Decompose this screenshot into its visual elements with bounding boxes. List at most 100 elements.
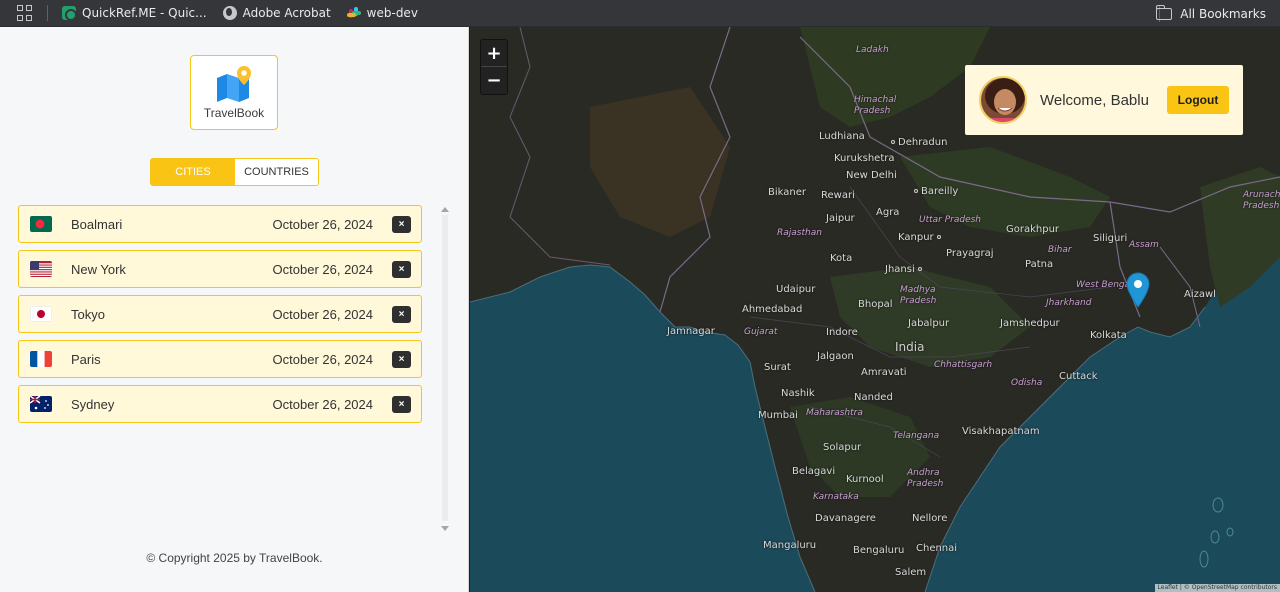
scroll-up-icon[interactable] bbox=[441, 207, 449, 212]
bangladesh-flag-icon bbox=[30, 216, 52, 232]
list-item[interactable]: Boalmari October 26, 2024 × bbox=[18, 205, 422, 243]
map-label: Belagavi bbox=[792, 466, 836, 477]
map-label: Agra bbox=[876, 207, 900, 218]
delete-city-button[interactable]: × bbox=[392, 306, 411, 323]
map-view[interactable]: Ladakh Himachal Pradesh Ludhiana Dehradu… bbox=[470, 27, 1280, 592]
map-label: Himachal Pradesh bbox=[854, 95, 897, 116]
tab-countries[interactable]: COUNTRIES bbox=[235, 159, 318, 185]
list-item[interactable]: Paris October 26, 2024 × bbox=[18, 340, 422, 378]
logout-button[interactable]: Logout bbox=[1167, 86, 1229, 114]
map-label: Karnataka bbox=[813, 492, 859, 502]
map-label: Jhansi bbox=[885, 264, 925, 275]
scroll-track[interactable] bbox=[442, 215, 448, 521]
scroll-down-icon[interactable] bbox=[441, 526, 449, 531]
map-label: Ludhiana bbox=[819, 131, 865, 142]
map-label: Kota bbox=[830, 253, 853, 264]
city-date: October 26, 2024 bbox=[272, 396, 373, 412]
map-label: Jharkhand bbox=[1046, 298, 1092, 308]
map-label: India bbox=[895, 340, 925, 354]
map-label: Ahmedabad bbox=[742, 304, 803, 315]
map-label: Prayagraj bbox=[946, 248, 994, 259]
delete-city-button[interactable]: × bbox=[392, 351, 411, 368]
city-date: October 26, 2024 bbox=[272, 261, 373, 277]
map-label: Bikaner bbox=[768, 187, 806, 198]
map-label: Ladakh bbox=[856, 45, 889, 55]
slack-icon bbox=[346, 6, 361, 20]
map-logo-icon bbox=[217, 66, 251, 102]
tab-cities[interactable]: CITIES bbox=[151, 159, 235, 185]
map-label: Aizawl bbox=[1184, 289, 1216, 300]
map-label: Kurukshetra bbox=[834, 153, 895, 164]
map-label: Siliguri bbox=[1093, 233, 1128, 244]
bookmark-adobe-acrobat[interactable]: Adobe Acrobat bbox=[222, 6, 331, 20]
list-item[interactable]: Tokyo October 26, 2024 × bbox=[18, 295, 422, 333]
map-label: Madhya Pradesh bbox=[900, 285, 937, 306]
map-label: Visakhapatnam bbox=[962, 426, 1040, 437]
map-label: Assam bbox=[1129, 240, 1159, 250]
map-label: Andhra Pradesh bbox=[907, 468, 944, 489]
delete-city-button[interactable]: × bbox=[392, 261, 411, 278]
bookmark-web-dev[interactable]: web-dev bbox=[346, 6, 418, 20]
map-label: Odisha bbox=[1011, 378, 1043, 388]
map-label: Bihar bbox=[1048, 245, 1072, 255]
map-marker-icon[interactable] bbox=[1126, 272, 1150, 308]
france-flag-icon bbox=[30, 351, 52, 367]
map-label: Kolkata bbox=[1090, 330, 1127, 341]
travelbook-logo[interactable]: TravelBook bbox=[190, 55, 278, 130]
map-label: Maharashtra bbox=[806, 408, 863, 418]
map-label: Mumbai bbox=[758, 410, 798, 421]
city-list-scrollbar[interactable] bbox=[440, 205, 450, 533]
map-label: Solapur bbox=[823, 442, 862, 453]
map-label: Indore bbox=[826, 327, 858, 338]
usa-flag-icon bbox=[30, 261, 52, 277]
map-label: West Bengal bbox=[1076, 280, 1133, 290]
bookmarks-divider bbox=[47, 5, 48, 21]
map-label: Amravati bbox=[861, 367, 907, 378]
bookmarks-bar: QuickRef.ME - Quic... Adobe Acrobat web-… bbox=[0, 0, 1280, 27]
map-label: Uttar Pradesh bbox=[919, 215, 982, 225]
bookmark-quickref[interactable]: QuickRef.ME - Quic... bbox=[62, 6, 207, 21]
city-date: October 26, 2024 bbox=[272, 351, 373, 367]
zoom-control: + − bbox=[480, 39, 508, 95]
map-label: Rewari bbox=[821, 190, 855, 201]
map-attribution[interactable]: Leaflet | © OpenStreetMap contributors bbox=[1154, 584, 1280, 592]
delete-city-button[interactable]: × bbox=[392, 216, 411, 233]
delete-city-button[interactable]: × bbox=[392, 396, 411, 413]
map-label: Nellore bbox=[912, 513, 948, 524]
list-item[interactable]: Sydney October 26, 2024 × bbox=[18, 385, 422, 423]
map-label: Rajasthan bbox=[777, 228, 822, 238]
map-label: Jamshedpur bbox=[1000, 318, 1060, 329]
map-label: Arunachal Pradesh bbox=[1243, 190, 1280, 211]
map-label: Chhattisgarh bbox=[934, 360, 993, 370]
bookmark-label: web-dev bbox=[366, 6, 418, 20]
avatar bbox=[979, 76, 1027, 124]
list-item[interactable]: New York October 26, 2024 × bbox=[18, 250, 422, 288]
quickref-icon bbox=[62, 6, 77, 21]
map-label: Nanded bbox=[854, 392, 893, 403]
map-label: Kurnool bbox=[846, 474, 884, 485]
map-label: Davanagere bbox=[815, 513, 876, 524]
zoom-in-button[interactable]: + bbox=[481, 40, 507, 67]
city-name: New York bbox=[71, 261, 126, 277]
cities-countries-tabs: CITIES COUNTRIES bbox=[150, 158, 319, 186]
all-bookmarks-button[interactable]: All Bookmarks bbox=[1155, 0, 1266, 27]
map-label: Bengaluru bbox=[853, 545, 905, 556]
user-card: Welcome, Bablu Logout bbox=[965, 65, 1243, 135]
map-label: Cuttack bbox=[1059, 371, 1098, 382]
map-label: Telangana bbox=[893, 431, 940, 441]
city-name: Paris bbox=[71, 351, 101, 367]
zoom-out-button[interactable]: − bbox=[481, 67, 507, 94]
city-name: Sydney bbox=[71, 396, 115, 412]
city-list: Boalmari October 26, 2024 × New York Oct… bbox=[18, 205, 422, 430]
map-label: Surat bbox=[764, 362, 791, 373]
city-date: October 26, 2024 bbox=[272, 306, 373, 322]
map-label: Jamnagar bbox=[667, 326, 715, 337]
bookmark-label: QuickRef.ME - Quic... bbox=[82, 6, 207, 20]
sidebar: TravelBook CITIES COUNTRIES Boalmari Oct… bbox=[0, 27, 469, 592]
map-label: Jalgaon bbox=[817, 351, 854, 362]
map-label: Chennai bbox=[916, 543, 958, 554]
map-label: Jabalpur bbox=[908, 318, 950, 329]
map-label: Gorakhpur bbox=[1006, 224, 1060, 235]
map-label: Salem bbox=[895, 567, 927, 578]
apps-grid-icon[interactable] bbox=[17, 5, 33, 21]
